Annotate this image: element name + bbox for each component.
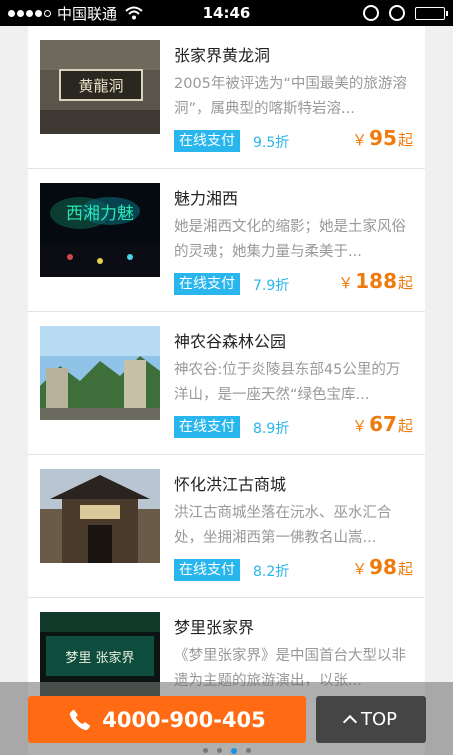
discount-label: 9.5折 bbox=[253, 135, 290, 151]
bottom-action-bar: 4000-900-405 TOP bbox=[0, 682, 453, 755]
chevron-up-icon bbox=[342, 714, 358, 729]
hotline-number: 4000-900-405 bbox=[102, 707, 266, 732]
thumb-show-text: 西湘力魅 bbox=[66, 204, 134, 224]
carrier-name: 中国联通 bbox=[57, 4, 118, 23]
online-pay-badge: 在线支付 bbox=[174, 559, 240, 581]
alarm-icon bbox=[389, 5, 405, 21]
online-pay-badge: 在线支付 bbox=[174, 416, 240, 438]
price-value: 95 bbox=[369, 126, 397, 150]
price-value: 67 bbox=[369, 412, 397, 436]
price: ￥ 95 起 bbox=[352, 126, 413, 150]
item-description: 2005年被评选为“中国最美的旅游溶洞”，属典型的喀斯特岩溶... bbox=[174, 76, 407, 117]
price-value: 188 bbox=[355, 269, 397, 293]
discount-label: 7.9折 bbox=[253, 278, 290, 294]
item-title: 神农谷森林公园 bbox=[174, 332, 287, 351]
price: ￥ 67 起 bbox=[352, 412, 413, 436]
price-suffix: 起 bbox=[397, 131, 413, 149]
price-suffix: 起 bbox=[397, 274, 413, 292]
item-title: 魅力湘西 bbox=[174, 189, 239, 208]
thumb-show-text: 梦里 张家界 bbox=[65, 650, 134, 666]
item-title: 怀化洪江古商城 bbox=[174, 475, 287, 494]
list-item[interactable]: 西湘力魅 魅力湘西 她是湘西文化的缩影；她是土家风俗的灵魂；她集力量与柔美于..… bbox=[28, 169, 425, 312]
pager-dot bbox=[230, 748, 237, 754]
attraction-list: 黄龍洞 张家界黄龙洞 2005年被评选为“中国最美的旅游溶洞”，属典型的喀斯特岩… bbox=[28, 26, 425, 755]
status-bar: 中国联通 14:46 bbox=[0, 0, 453, 26]
call-hotline-button[interactable]: 4000-900-405 bbox=[28, 696, 306, 743]
item-description: 洪江古商城坐落在沅水、巫水汇合处，坐拥湘西第一佛教名山嵩... bbox=[174, 505, 392, 546]
price-suffix: 起 bbox=[397, 560, 413, 578]
phone-icon bbox=[68, 708, 92, 732]
item-title: 张家界黄龙洞 bbox=[174, 46, 271, 65]
item-description: 她是湘西文化的缩影；她是土家风俗的灵魂；她集力量与柔美于... bbox=[174, 219, 406, 260]
rotation-lock-icon bbox=[363, 5, 379, 21]
page-indicator bbox=[0, 748, 453, 754]
attraction-thumbnail: 黄龍洞 bbox=[40, 40, 160, 134]
attraction-thumbnail bbox=[40, 326, 160, 420]
online-pay-badge: 在线支付 bbox=[174, 273, 240, 295]
list-item[interactable]: 黄龍洞 张家界黄龙洞 2005年被评选为“中国最美的旅游溶洞”，属典型的喀斯特岩… bbox=[28, 26, 425, 169]
list-item[interactable]: 神农谷森林公园 神农谷:位于炎陵县东部45公里的万洋山，是一座天然“绿色宝库..… bbox=[28, 312, 425, 455]
discount-label: 8.2折 bbox=[253, 564, 290, 580]
price-value: 98 bbox=[369, 555, 397, 579]
online-pay-badge: 在线支付 bbox=[174, 130, 240, 152]
price: ￥ 188 起 bbox=[338, 269, 413, 293]
attraction-thumbnail bbox=[40, 469, 160, 563]
discount-label: 8.9折 bbox=[253, 421, 290, 437]
thumb-sign-text: 黄龍洞 bbox=[78, 77, 123, 95]
back-to-top-button[interactable]: TOP bbox=[316, 696, 426, 743]
pager-dot bbox=[245, 748, 251, 753]
price-suffix: 起 bbox=[397, 417, 413, 435]
battery-icon bbox=[415, 6, 448, 20]
signal-dots-icon bbox=[8, 9, 51, 17]
pager-dot bbox=[216, 748, 222, 753]
currency-symbol: ￥ bbox=[352, 417, 368, 435]
list-item[interactable]: 怀化洪江古商城 洪江古商城坐落在沅水、巫水汇合处，坐拥湘西第一佛教名山嵩... … bbox=[28, 455, 425, 598]
clock-time: 14:46 bbox=[202, 4, 251, 22]
top-label: TOP bbox=[360, 709, 398, 730]
currency-symbol: ￥ bbox=[352, 560, 368, 578]
pager-dot bbox=[202, 748, 208, 753]
screen: 黄龍洞 张家界黄龙洞 2005年被评选为“中国最美的旅游溶洞”，属典型的喀斯特岩… bbox=[0, 26, 453, 755]
currency-symbol: ￥ bbox=[338, 274, 354, 292]
price: ￥ 98 起 bbox=[352, 555, 413, 579]
wifi-icon bbox=[125, 6, 143, 20]
currency-symbol: ￥ bbox=[352, 131, 368, 149]
attraction-thumbnail: 西湘力魅 bbox=[40, 183, 160, 277]
item-description: 神农谷:位于炎陵县东部45公里的万洋山，是一座天然“绿色宝库... bbox=[174, 362, 401, 403]
item-title: 梦里张家界 bbox=[174, 618, 255, 637]
